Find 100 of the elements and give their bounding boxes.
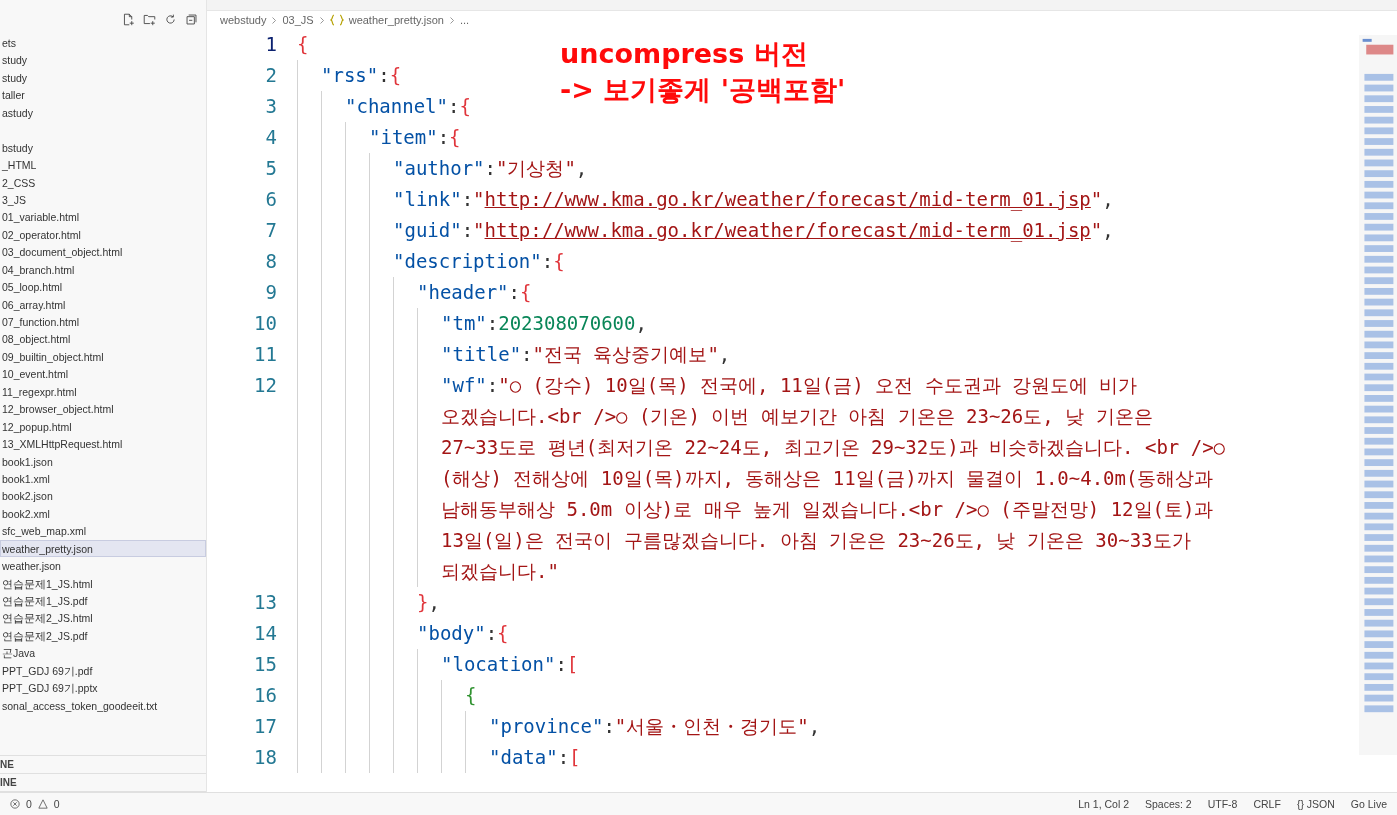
file-tree-item[interactable]: 04_branch.html bbox=[0, 260, 206, 279]
json-string: "기상청" bbox=[495, 157, 576, 179]
new-file-icon[interactable] bbox=[122, 12, 135, 26]
file-tree-item[interactable]: 12_browser_object.html bbox=[0, 400, 206, 418]
annotation-text: uncompress 버전 bbox=[560, 37, 809, 71]
json-punctuation: , bbox=[428, 591, 440, 613]
file-tree-item[interactable]: book1.xml bbox=[0, 469, 206, 488]
line-number: 13 bbox=[254, 591, 277, 613]
chevron-icon bbox=[318, 15, 325, 25]
file-tree-item[interactable]: 2_CSS bbox=[0, 173, 206, 191]
json-string: 오겠습니다.<br />○ (기온) 이번 예보기간 아침 기온은 23~26도, 낮 기온은 bbox=[441, 405, 1153, 427]
line-number: 6 bbox=[265, 188, 277, 210]
status-item[interactable]: Go Live bbox=[1350, 798, 1387, 810]
json-key: "wf" bbox=[441, 374, 487, 396]
file-tree-item[interactable]: 01_variable.html bbox=[0, 208, 206, 226]
error-count[interactable]: 0 bbox=[26, 798, 32, 810]
status-item[interactable]: CRLF bbox=[1253, 798, 1281, 810]
file-tree-item[interactable]: sfc_web_map.xml bbox=[0, 522, 206, 540]
json-punctuation: , bbox=[1102, 219, 1114, 241]
file-tree-item[interactable]: 03_document_object.html bbox=[0, 243, 206, 261]
file-tree-item[interactable]: sonal_access_token_goodeeit.txt bbox=[0, 696, 206, 715]
line-number: 10 bbox=[254, 312, 277, 334]
file-tree-item[interactable]: _HTML bbox=[0, 156, 206, 174]
file-tree-item[interactable]: study bbox=[0, 68, 206, 87]
annotation-text: -> 보기좋게 '공백포함' bbox=[560, 73, 846, 107]
file-tree-item[interactable]: PPT_GDJ 69기.pdf bbox=[0, 661, 206, 680]
file-tree-item[interactable]: 곤Java bbox=[0, 644, 206, 662]
status-item[interactable]: {} JSON bbox=[1296, 798, 1335, 810]
line-number: 12 bbox=[254, 374, 277, 396]
json-string: 27~33도로 평년(최저기온 22~24도, 최고기온 29~32도)과 비슷하겠습니다. <br />○ bbox=[441, 436, 1226, 458]
json-key: "guid" bbox=[393, 219, 462, 241]
json-punctuation: : bbox=[378, 64, 390, 86]
url-link[interactable]: http://www.kma.go.kr/weather/forecast/mid-term_01.jsp bbox=[484, 188, 1091, 210]
json-key: "title" bbox=[441, 343, 522, 365]
json-key: "body" bbox=[417, 622, 486, 644]
url-link[interactable]: http://www.kma.go.kr/weather/forecast/mid-term_01.jsp bbox=[484, 219, 1091, 241]
json-bracket: { bbox=[553, 250, 565, 272]
json-punctuation: , bbox=[718, 343, 731, 365]
line-number: 5 bbox=[265, 157, 277, 179]
file-tree-item[interactable]: 09_builtin_object.html bbox=[0, 347, 206, 366]
file-tree-item[interactable]: bstudy bbox=[0, 138, 206, 157]
chevron-icon bbox=[448, 15, 455, 25]
json-punctuation: : bbox=[485, 622, 498, 644]
json-punctuation: : bbox=[437, 126, 450, 148]
line-number: 7 bbox=[265, 219, 277, 241]
file-tree-item[interactable]: book2.xml bbox=[0, 504, 206, 523]
file-tree-item[interactable]: study bbox=[0, 51, 206, 69]
json-key: "rss" bbox=[321, 64, 379, 86]
status-item[interactable]: Ln 1, Col 2 bbox=[1078, 798, 1129, 810]
collapse-all-icon[interactable] bbox=[185, 12, 198, 26]
file-tree-item[interactable]: 06_array.html bbox=[0, 295, 206, 313]
json-key: "province" bbox=[489, 715, 604, 737]
json-key: "link" bbox=[393, 188, 462, 210]
file-tree-item[interactable]: astudy bbox=[0, 103, 206, 122]
file-tree-item[interactable]: 13_XMLHttpRequest.html bbox=[0, 435, 206, 453]
file-tree-item[interactable]: 05_loop.html bbox=[0, 278, 206, 296]
json-bracket: [ bbox=[566, 653, 579, 675]
breadcrumb-item[interactable]: ... bbox=[459, 14, 470, 26]
json-number: 202308070600 bbox=[498, 312, 636, 334]
file-tree-item[interactable]: 12_popup.html bbox=[0, 417, 206, 436]
line-number: 2 bbox=[265, 64, 277, 86]
file-tree-item[interactable]: 11_regexpr.html bbox=[0, 382, 206, 401]
line-number: 4 bbox=[265, 126, 277, 148]
breadcrumb-item[interactable]: webstudy bbox=[220, 14, 267, 26]
file-tree-item[interactable]: book1.json bbox=[0, 452, 206, 470]
file-tree-item[interactable]: 07_function.html bbox=[0, 313, 206, 331]
file-tree-item[interactable]: 연습문제2_JS.pdf bbox=[0, 626, 206, 645]
status-item[interactable]: UTF-8 bbox=[1207, 798, 1238, 810]
file-tree-item[interactable]: taller bbox=[0, 86, 206, 104]
new-folder-icon[interactable] bbox=[143, 12, 156, 26]
refresh-icon[interactable] bbox=[164, 12, 177, 26]
panel-section-header[interactable]: NE bbox=[0, 756, 206, 774]
file-tree-item[interactable]: weather_pretty.json bbox=[0, 539, 206, 558]
line-number: 11 bbox=[254, 343, 277, 365]
json-punctuation: : bbox=[555, 653, 567, 675]
file-tree-item[interactable]: book2.json bbox=[0, 487, 206, 505]
warning-count[interactable]: 0 bbox=[53, 798, 60, 810]
file-tree-item[interactable]: weather.json bbox=[0, 557, 206, 575]
breadcrumb-item[interactable]: weather_pretty.json bbox=[348, 14, 444, 26]
status-item[interactable]: Spaces: 2 bbox=[1145, 798, 1192, 810]
json-bracket: { bbox=[465, 684, 477, 706]
json-bracket: { bbox=[297, 33, 309, 55]
file-tree-item[interactable]: 연습문제1_JS.pdf bbox=[0, 592, 206, 610]
json-string: " bbox=[1090, 219, 1103, 241]
file-tree-item[interactable]: 10_event.html bbox=[0, 365, 206, 383]
file-tree-item[interactable]: 연습문제2_JS.html bbox=[0, 609, 206, 627]
file-tree-item[interactable]: 02_operator.html bbox=[0, 225, 206, 244]
file-tree-item[interactable]: PPT_GDJ 69기.pptx bbox=[0, 679, 206, 697]
breadcrumb-item[interactable]: 03_JS bbox=[282, 14, 314, 26]
file-tree-item[interactable]: 08_object.html bbox=[0, 330, 206, 348]
json-punctuation: , bbox=[575, 157, 588, 179]
line-number: 14 bbox=[254, 622, 277, 644]
json-bracket: { bbox=[497, 622, 509, 644]
json-string: (해상) 전해상에 10일(목)까지, 동해상은 11일(금)까지 물결이 1.0~4.0m(동해상과 bbox=[441, 467, 1214, 489]
json-file-icon bbox=[329, 14, 344, 26]
json-string: "서울・인천・경기도" bbox=[614, 715, 809, 737]
file-tree-item[interactable]: 연습문제1_JS.html bbox=[0, 574, 206, 592]
json-punctuation: : bbox=[484, 157, 496, 179]
file-tree-item[interactable]: 3_JS bbox=[0, 190, 206, 209]
file-tree-item[interactable]: ets bbox=[0, 34, 206, 52]
